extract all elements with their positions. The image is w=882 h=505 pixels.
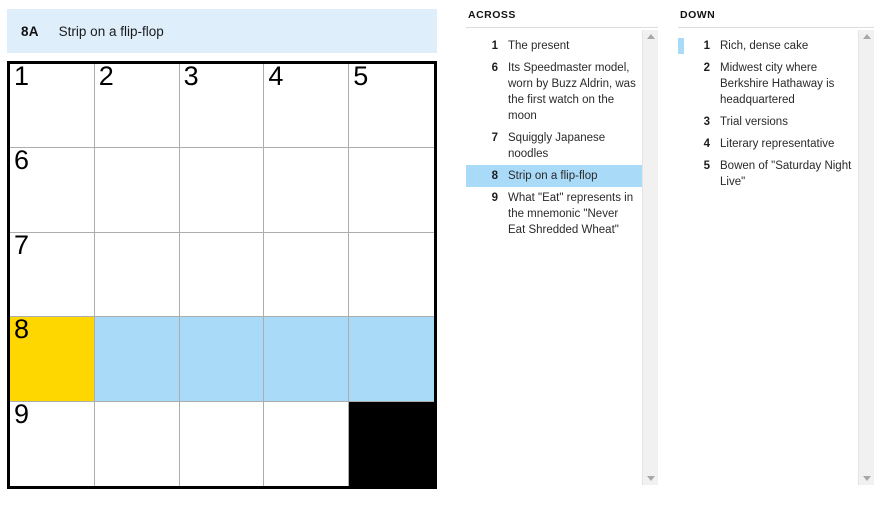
across-clue-list[interactable]: 1 The present 6 Its Speedmaster model, worn… [466,30,642,485]
grid-cell[interactable] [94,148,180,233]
grid-cell[interactable] [264,232,350,318]
grid-cell[interactable]: 2 [94,64,180,149]
across-panel-divider [466,27,658,28]
clue-active-marker [678,114,684,130]
down-panel-title: DOWN [680,9,716,21]
grid-cell[interactable] [179,232,265,318]
grid-cell[interactable]: 4 [264,64,350,149]
clue-text: The present [508,40,570,52]
clue-list-item[interactable]: 1 Rich, dense cake [678,35,858,57]
down-clue-panel: DOWN 1 Rich, dense cake 2 Midwest city wher… [678,9,874,496]
clue-active-marker [678,60,684,108]
clue-number: 9 [491,192,498,204]
clue-list-item[interactable]: 9 What "Eat" represents in the mnemonic "… [466,187,642,241]
across-clue-panel: ACROSS 1 The present 6 Its Speedmaster mode… [466,9,658,496]
clue-text: Its Speedmaster model, worn by Buzz Aldr… [508,62,636,122]
current-clue-number: 8A [21,23,39,39]
grid-cell-number: 9 [14,401,30,429]
clue-list-item[interactable]: 5 Bowen of "Saturday Night Live" [678,155,858,193]
grid-cell[interactable]: 1 [10,64,95,149]
clue-number: 2 [703,62,710,74]
grid-cell-number: 3 [183,64,199,91]
down-clue-list[interactable]: 1 Rich, dense cake 2 Midwest city where Ber… [678,30,858,485]
grid-cell[interactable] [179,317,265,402]
clue-text: Bowen of "Saturday Night Live" [720,160,852,188]
grid-cell-block [349,401,434,486]
clue-list-item[interactable]: 7 Squiggly Japanese noodles [466,127,642,165]
grid-cell-number: 1 [14,64,30,91]
grid-cell[interactable] [349,148,434,233]
clue-number: 3 [703,116,710,128]
clue-list-item[interactable]: 1 The present [466,35,642,57]
clue-text: Trial versions [720,116,788,128]
grid-cell-number: 6 [14,148,30,176]
clue-active-marker [466,168,472,184]
grid-cell[interactable]: 9 [10,401,95,486]
clue-active-marker [466,38,472,54]
grid-cell[interactable] [94,232,180,318]
grid-cell-number: 5 [353,64,369,91]
clue-active-marker [678,158,684,190]
clue-list-item[interactable]: 3 Trial versions [678,111,858,133]
down-panel-divider [678,27,874,28]
grid-cell[interactable] [264,401,350,486]
grid-cell-number: 4 [268,64,284,91]
clue-number: 7 [491,132,498,144]
grid-cell[interactable] [94,317,180,402]
clue-number: 8 [491,170,498,182]
clue-number: 1 [703,40,710,52]
triangle-down-icon[interactable] [646,476,655,481]
grid-cell[interactable]: 8 [10,317,95,402]
clue-active-marker [466,130,472,162]
across-panel-title: ACROSS [468,9,516,21]
clue-active-marker [678,38,684,54]
crossword-grid[interactable]: 1 2 3 4 5 6 7 8 9 [10,64,434,486]
clue-text: Midwest city where Berkshire Hathaway is… [720,62,835,106]
clue-active-marker [466,60,472,124]
grid-cell[interactable] [264,317,350,402]
clue-list-item[interactable]: 6 Its Speedmaster model, worn by Buzz Ald… [466,57,642,127]
clue-text: Rich, dense cake [720,40,809,52]
clue-list-item[interactable]: 4 Literary representative [678,133,858,155]
clue-list-item[interactable]: 2 Midwest city where Berkshire Hathaway i… [678,57,858,111]
crossword-grid-container: 1 2 3 4 5 6 7 8 9 [7,61,437,489]
grid-cell[interactable]: 6 [10,148,95,233]
grid-cell[interactable] [179,401,265,486]
clue-number: 1 [491,40,498,52]
grid-cell[interactable] [179,148,265,233]
clue-text: Strip on a flip-flop [508,170,598,182]
clue-number: 6 [491,62,498,74]
crossword-app: 8A Strip on a flip-flop 1 2 3 4 5 6 7 8 9 ACROSS… [0,0,882,505]
triangle-up-icon[interactable] [862,34,871,39]
down-scrollbar-track[interactable] [859,43,874,472]
clue-number: 4 [703,138,710,150]
grid-cell[interactable] [264,148,350,233]
clue-list-item[interactable]: 8 Strip on a flip-flop [466,165,642,187]
triangle-up-icon[interactable] [646,34,655,39]
grid-cell-number: 2 [98,64,114,91]
grid-cell[interactable] [94,401,180,486]
clue-text: Squiggly Japanese noodles [508,132,606,160]
down-list-area: 1 Rich, dense cake 2 Midwest city where Ber… [678,30,874,485]
down-scrollbar[interactable] [858,30,874,485]
grid-cell[interactable] [349,317,434,402]
clue-text: What "Eat" represents in the mnemonic "N… [508,192,634,236]
across-list-area: 1 The present 6 Its Speedmaster model, worn… [466,30,658,485]
clue-text: Literary representative [720,138,835,150]
grid-cell-number: 7 [14,232,30,260]
clue-number: 5 [703,160,710,172]
grid-cell[interactable]: 3 [179,64,265,149]
across-scrollbar-track[interactable] [643,43,658,472]
grid-cell[interactable]: 5 [349,64,434,149]
clue-active-marker [466,190,472,238]
current-clue-bar[interactable]: 8A Strip on a flip-flop [7,9,437,53]
current-clue-text: Strip on a flip-flop [58,23,164,39]
grid-cell-number: 8 [14,317,30,345]
grid-cell[interactable] [349,232,434,318]
grid-cell[interactable]: 7 [10,232,95,318]
triangle-down-icon[interactable] [862,476,871,481]
clue-active-marker [678,136,684,152]
across-scrollbar[interactable] [642,30,658,485]
